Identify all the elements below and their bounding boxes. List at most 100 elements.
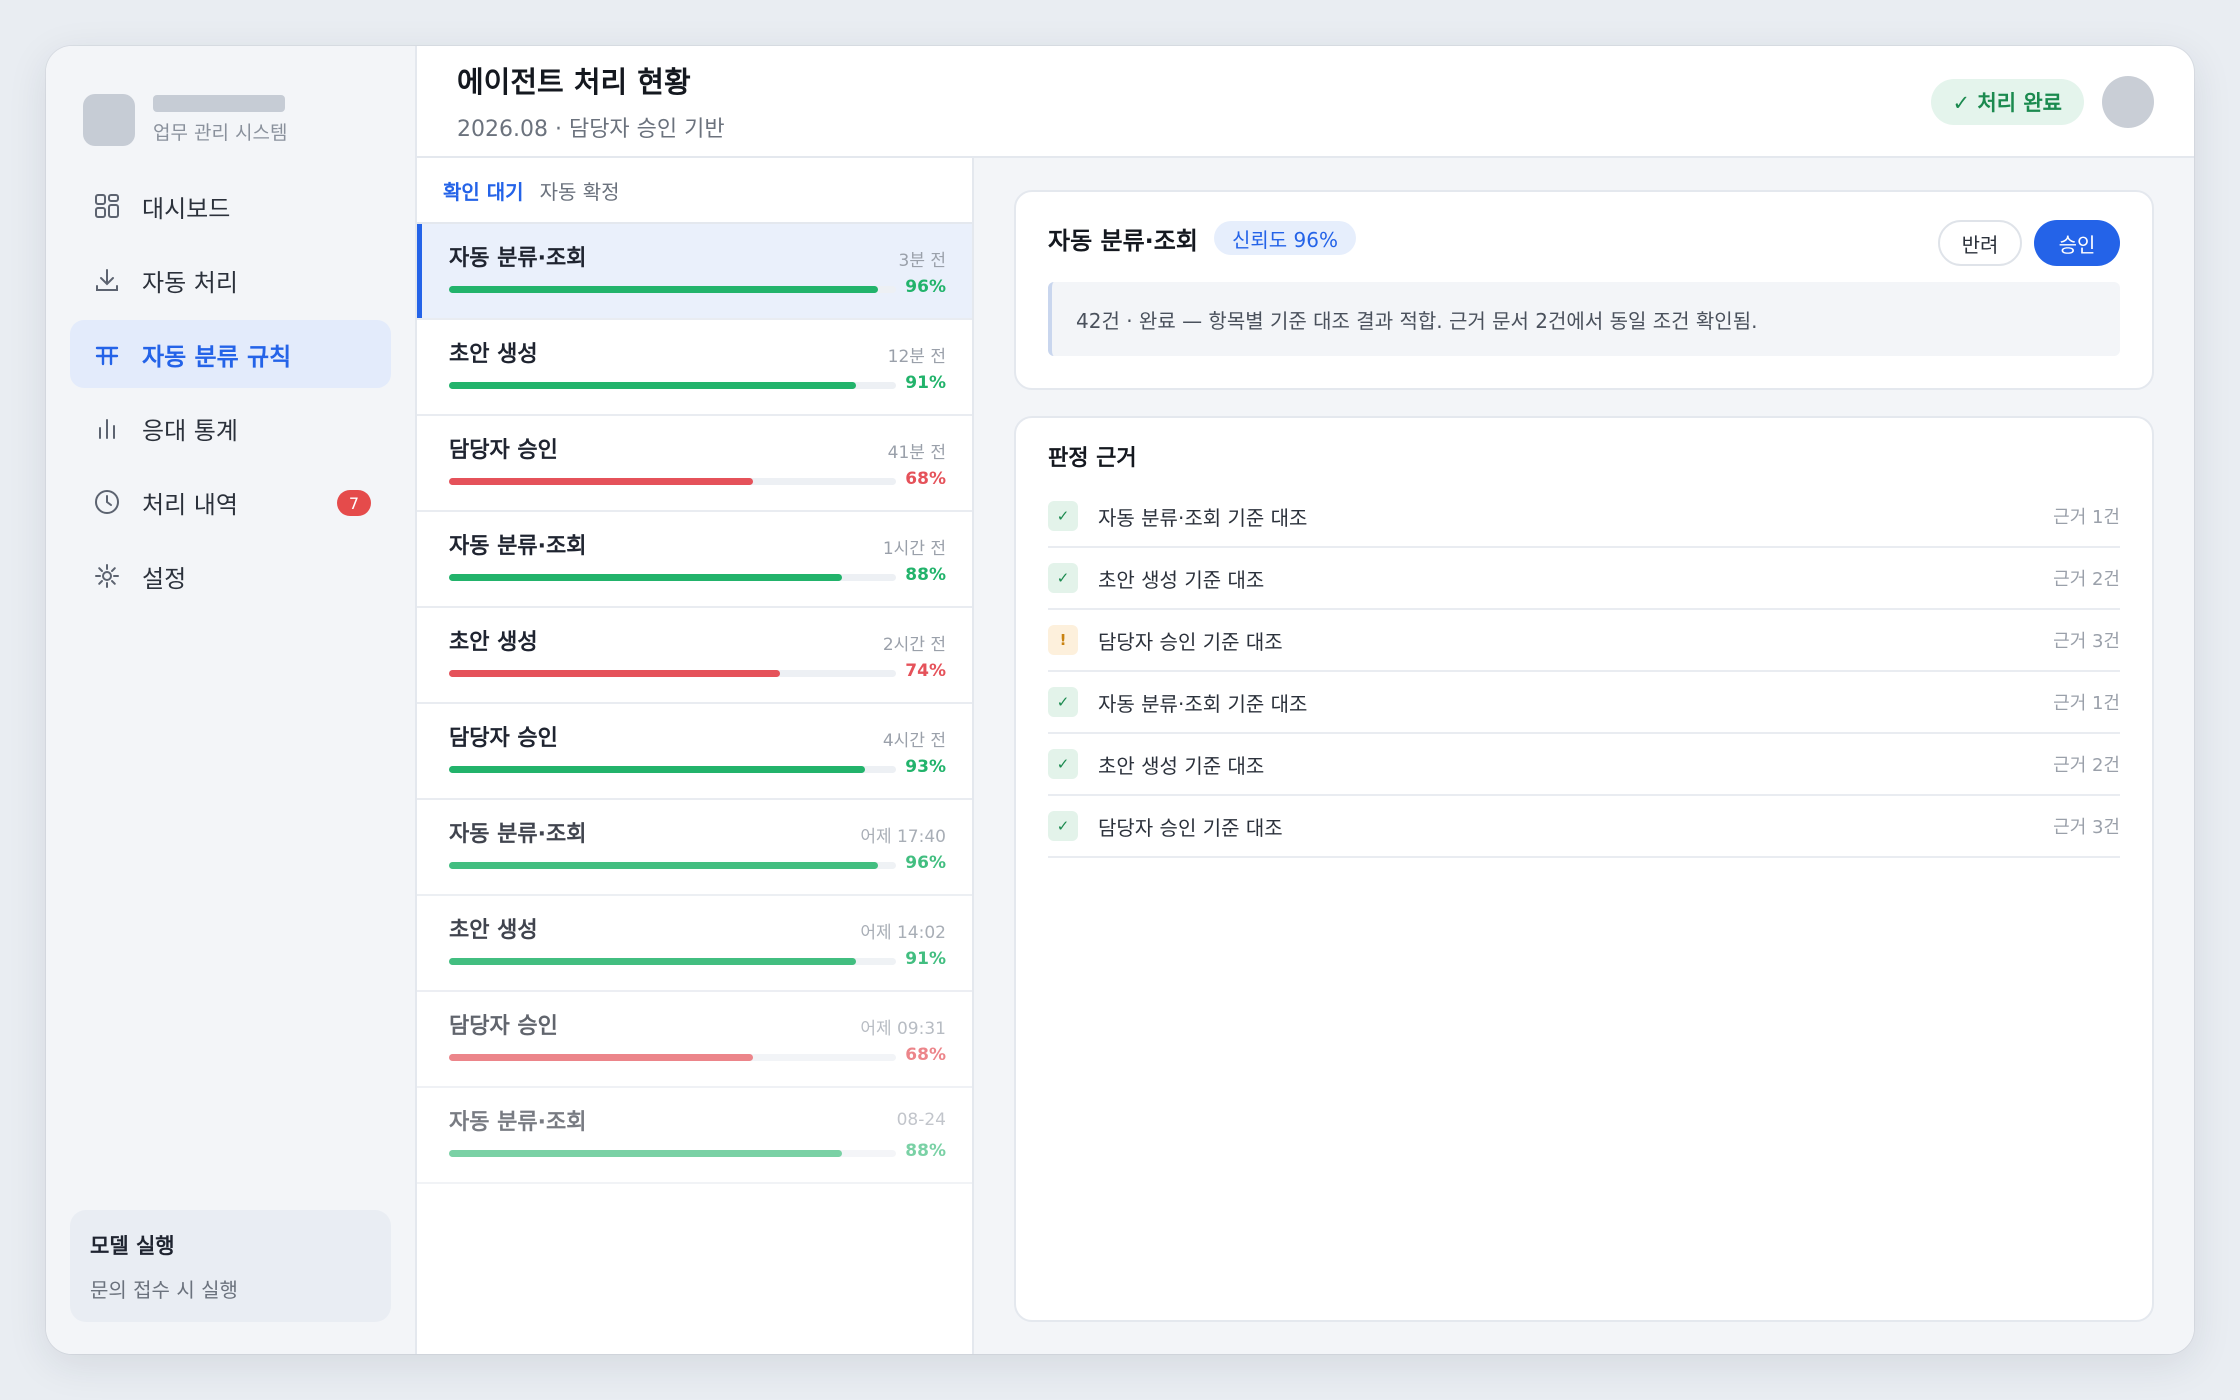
- detail-panel: 자동 분류·조회 신뢰도 96% 반려 승인 42건 · 완료 — 항목별 기준…: [974, 158, 2194, 1354]
- progress-bar: [449, 1150, 896, 1157]
- list-item-percent: 96%: [905, 853, 946, 873]
- list-item-title: 초안 생성: [449, 918, 538, 943]
- progress-fill: [449, 382, 856, 389]
- list-item[interactable]: 자동 분류·조회 1시간 전 88%: [417, 512, 972, 608]
- list-item[interactable]: 자동 분류·조회 08-24 88%: [417, 1088, 972, 1184]
- check-icon: ✓: [1048, 811, 1078, 841]
- list-item-title: 자동 분류·조회: [449, 534, 587, 559]
- evidence-label: 초안 생성 기준 대조: [1098, 753, 1265, 778]
- progress-fill: [449, 766, 865, 773]
- list-item[interactable]: 담당자 승인 어제 09:31 68%: [417, 992, 972, 1088]
- list-item[interactable]: 초안 생성 12분 전 91%: [417, 320, 972, 416]
- check-icon: ✓: [1048, 749, 1078, 779]
- list-item-percent: 91%: [905, 373, 946, 393]
- sidebar-item-settings[interactable]: 설정: [70, 542, 391, 610]
- list-tabs: 확인 대기 자동 확정: [417, 158, 972, 224]
- check-icon: ✓: [1048, 687, 1078, 717]
- evidence-row: ✓ 초안 생성 기준 대조 근거 2건: [1048, 548, 2120, 610]
- brand-subtitle: 업무 관리 시스템: [153, 122, 288, 144]
- evidence-count: 근거 1건: [2053, 693, 2120, 714]
- list-item-percent: 96%: [905, 277, 946, 297]
- check-icon: ✓: [1048, 563, 1078, 593]
- list-item-title: 자동 분류·조회: [449, 1110, 587, 1135]
- top-bar: 에이전트 처리 현황 2026.08 · 담당자 승인 기반 ✓ 처리 완료: [417, 46, 2194, 158]
- list-item-time: 어제 09:31: [860, 1019, 946, 1039]
- list-item-percent: 68%: [905, 469, 946, 489]
- summary-note: 42건 · 완료 — 항목별 기준 대조 결과 적합. 근거 문서 2건에서 동…: [1048, 282, 2120, 356]
- summary-actions: 반려 승인: [1938, 220, 2120, 266]
- sidebar-item-dashboard[interactable]: 대시보드: [70, 172, 391, 240]
- task-list: 자동 분류·조회 3분 전 96% 초안 생성 12분 전 91% 담당자 승인 41분 전 6…: [417, 224, 972, 1354]
- progress-bar: [449, 574, 896, 581]
- list-item-percent: 88%: [905, 1141, 946, 1161]
- sidebar-item-label: 처리 내역: [142, 490, 238, 519]
- progress-bar: [449, 958, 896, 965]
- evidence-row: ✓ 자동 분류·조회 기준 대조 근거 1건: [1048, 672, 2120, 734]
- sidebar-item-label: 응대 통계: [142, 416, 238, 445]
- list-item-title: 담당자 승인: [449, 438, 558, 463]
- tab-auto-confirmed[interactable]: 자동 확정: [540, 176, 620, 205]
- history-count-badge: 7: [337, 490, 371, 516]
- list-item-percent: 91%: [905, 949, 946, 969]
- list-item-time: 어제 17:40: [860, 827, 946, 847]
- table-icon: [92, 339, 122, 369]
- model-run-panel: 모델 실행 문의 접수 시 실행: [70, 1210, 391, 1322]
- list-item-time: 41분 전: [887, 443, 946, 463]
- list-item-percent: 68%: [905, 1045, 946, 1065]
- bar-chart-icon: [92, 413, 122, 443]
- list-item[interactable]: 자동 분류·조회 어제 17:40 96%: [417, 800, 972, 896]
- brand-name-placeholder: [153, 95, 285, 112]
- evidence-row: ✓ 담당자 승인 기준 대조 근거 3건: [1048, 796, 2120, 858]
- reject-button[interactable]: 반려: [1938, 220, 2022, 266]
- content-area: 확인 대기 자동 확정 자동 분류·조회 3분 전 96% 초안 생성 12분 전 91%…: [417, 158, 2194, 1354]
- confidence-badge: 신뢰도 96%: [1213, 221, 1356, 255]
- progress-fill: [449, 1150, 843, 1157]
- list-item[interactable]: 담당자 승인 4시간 전 93%: [417, 704, 972, 800]
- progress-bar: [449, 766, 896, 773]
- list-item-time: 어제 14:02: [860, 923, 946, 943]
- avatar[interactable]: [2102, 76, 2154, 128]
- sidebar-item-classification-rules[interactable]: 자동 분류 규칙: [70, 320, 391, 388]
- evidence-row: ✓ 자동 분류·조회 기준 대조 근거 1건: [1048, 486, 2120, 548]
- sidebar: 업무 관리 시스템 대시보드 자동 처리 자동 분류 규칙 응대 통계 처리 내…: [46, 46, 417, 1354]
- progress-fill: [449, 286, 879, 293]
- list-item-title: 담당자 승인: [449, 1014, 558, 1039]
- progress-bar: [449, 286, 896, 293]
- evidence-label: 담당자 승인 기준 대조: [1098, 629, 1283, 654]
- list-item-percent: 93%: [905, 757, 946, 777]
- sidebar-item-statistics[interactable]: 응대 통계: [70, 394, 391, 462]
- warning-icon: !: [1048, 625, 1078, 655]
- brand-logo: [83, 94, 135, 146]
- tab-pending[interactable]: 확인 대기: [443, 176, 524, 205]
- sidebar-item-label: 대시보드: [142, 194, 231, 223]
- progress-bar: [449, 382, 896, 389]
- app-window: 업무 관리 시스템 대시보드 자동 처리 자동 분류 규칙 응대 통계 처리 내…: [46, 46, 2194, 1354]
- list-item[interactable]: 자동 분류·조회 3분 전 96%: [417, 224, 972, 320]
- progress-bar: [449, 478, 896, 485]
- evidence-title: 판정 근거: [1048, 446, 1137, 471]
- evidence-count: 근거 3건: [2053, 817, 2120, 838]
- list-item-time: 08-24: [896, 1110, 946, 1130]
- list-item-time: 3분 전: [898, 251, 947, 271]
- list-item[interactable]: 담당자 승인 41분 전 68%: [417, 416, 972, 512]
- task-list-panel: 확인 대기 자동 확정 자동 분류·조회 3분 전 96% 초안 생성 12분 전 91%…: [417, 158, 974, 1354]
- summary-card: 자동 분류·조회 신뢰도 96% 반려 승인 42건 · 완료 — 항목별 기준…: [1014, 190, 2154, 390]
- list-item-title: 초안 생성: [449, 630, 538, 655]
- list-item-title: 자동 분류·조회: [449, 246, 587, 271]
- approve-button[interactable]: 승인: [2034, 220, 2120, 266]
- progress-bar: [449, 862, 896, 869]
- evidence-count: 근거 2건: [2053, 755, 2120, 776]
- progress-fill: [449, 1054, 753, 1061]
- list-item[interactable]: 초안 생성 2시간 전 74%: [417, 608, 972, 704]
- sidebar-item-history[interactable]: 처리 내역 7: [70, 468, 391, 536]
- sidebar-item-auto-process[interactable]: 자동 처리: [70, 246, 391, 314]
- download-icon: [92, 265, 122, 295]
- page-title: 에이전트 처리 현황: [457, 65, 691, 99]
- list-item-time: 2시간 전: [882, 635, 946, 655]
- progress-fill: [449, 478, 753, 485]
- list-item-title: 담당자 승인: [449, 726, 558, 751]
- sidebar-item-label: 설정: [142, 564, 187, 593]
- list-item[interactable]: 초안 생성 어제 14:02 91%: [417, 896, 972, 992]
- detail-title: 자동 분류·조회: [1048, 226, 1198, 255]
- brand: 업무 관리 시스템: [70, 84, 391, 156]
